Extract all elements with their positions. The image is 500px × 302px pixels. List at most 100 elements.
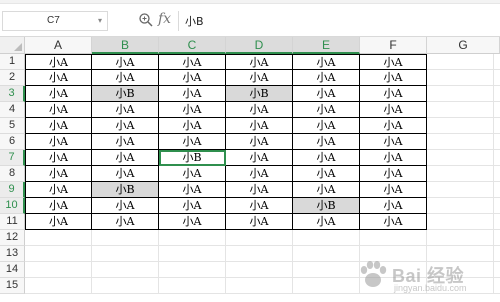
- cell-d2[interactable]: 小A: [226, 70, 293, 86]
- cell-b7[interactable]: 小A: [92, 150, 159, 166]
- cell-c8[interactable]: 小A: [159, 166, 226, 182]
- formula-bar: C7 ▾ fx 小B: [0, 0, 500, 37]
- cell-e3[interactable]: 小A: [293, 86, 360, 102]
- cell-e10[interactable]: 小B: [293, 198, 360, 214]
- row-header-3[interactable]: 3: [0, 86, 25, 102]
- toolbar-edge: [0, 0, 500, 4]
- cell-c11[interactable]: 小A: [159, 214, 226, 230]
- cell-d8[interactable]: 小A: [226, 166, 293, 182]
- column-header-a[interactable]: A: [25, 37, 92, 54]
- row-header-8[interactable]: 8: [0, 166, 25, 182]
- cell-f2[interactable]: 小A: [360, 70, 427, 86]
- cell-c5[interactable]: 小A: [159, 118, 226, 134]
- column-header-b[interactable]: B: [92, 37, 159, 54]
- cell-f3[interactable]: 小A: [360, 86, 427, 102]
- cell-f5[interactable]: 小A: [360, 118, 427, 134]
- cell-f1[interactable]: 小A: [360, 54, 427, 70]
- zoom-icon[interactable]: [138, 12, 154, 28]
- cell-c10[interactable]: 小A: [159, 198, 226, 214]
- row-header-15[interactable]: 15: [0, 278, 25, 294]
- cell-e2[interactable]: 小A: [293, 70, 360, 86]
- cell-b1[interactable]: 小A: [92, 54, 159, 70]
- row-header-4[interactable]: 4: [0, 102, 25, 118]
- cell-e11[interactable]: 小A: [293, 214, 360, 230]
- cell-f11[interactable]: 小A: [360, 214, 427, 230]
- column-header-c[interactable]: C: [159, 37, 226, 54]
- column-header-d[interactable]: D: [226, 37, 293, 54]
- name-box[interactable]: C7 ▾: [2, 11, 108, 31]
- cell-a5[interactable]: 小A: [25, 118, 92, 134]
- paw-logo-icon: [360, 261, 387, 287]
- cell-a9[interactable]: 小A: [25, 182, 92, 198]
- cell-a3[interactable]: 小A: [25, 86, 92, 102]
- cell-d3[interactable]: 小B: [226, 86, 293, 102]
- cell-d4[interactable]: 小A: [226, 102, 293, 118]
- row-header-2[interactable]: 2: [0, 70, 25, 86]
- cell-c3[interactable]: 小A: [159, 86, 226, 102]
- cell-a11[interactable]: 小A: [25, 214, 92, 230]
- cell-a4[interactable]: 小A: [25, 102, 92, 118]
- cell-f6[interactable]: 小A: [360, 134, 427, 150]
- row-header-10[interactable]: 10: [0, 198, 25, 214]
- cell-e8[interactable]: 小A: [293, 166, 360, 182]
- cell-d7[interactable]: 小A: [226, 150, 293, 166]
- cell-b5[interactable]: 小A: [92, 118, 159, 134]
- row-header-6[interactable]: 6: [0, 134, 25, 150]
- cell-c6[interactable]: 小A: [159, 134, 226, 150]
- watermark-sub: jingyan.baidu.com: [394, 283, 467, 293]
- cell-f4[interactable]: 小A: [360, 102, 427, 118]
- column-header-f[interactable]: F: [360, 37, 427, 54]
- cell-b11[interactable]: 小A: [92, 214, 159, 230]
- row-header-1[interactable]: 1: [0, 54, 25, 70]
- cell-f7[interactable]: 小A: [360, 150, 427, 166]
- row-header-12[interactable]: 12: [0, 230, 25, 246]
- column-header-g[interactable]: G: [427, 37, 500, 54]
- cell-a10[interactable]: 小A: [25, 198, 92, 214]
- row-header-5[interactable]: 5: [0, 118, 25, 134]
- row-header-9[interactable]: 9: [0, 182, 25, 198]
- cell-a6[interactable]: 小A: [25, 134, 92, 150]
- cell-e9[interactable]: 小A: [293, 182, 360, 198]
- chevron-down-icon[interactable]: ▾: [98, 16, 102, 25]
- cell-c2[interactable]: 小A: [159, 70, 226, 86]
- cell-d11[interactable]: 小A: [226, 214, 293, 230]
- cell-a2[interactable]: 小A: [25, 70, 92, 86]
- gridline: [25, 245, 500, 246]
- cell-e5[interactable]: 小A: [293, 118, 360, 134]
- cell-c1[interactable]: 小A: [159, 54, 226, 70]
- cell-e4[interactable]: 小A: [293, 102, 360, 118]
- cell-c4[interactable]: 小A: [159, 102, 226, 118]
- cell-b3[interactable]: 小B: [92, 86, 159, 102]
- watermark: Bai 经验 jingyan.baidu.com: [356, 258, 496, 298]
- cell-d6[interactable]: 小A: [226, 134, 293, 150]
- cell-c7[interactable]: 小B: [159, 150, 226, 166]
- cell-b8[interactable]: 小A: [92, 166, 159, 182]
- cell-b2[interactable]: 小A: [92, 70, 159, 86]
- cell-b6[interactable]: 小A: [92, 134, 159, 150]
- column-header-e[interactable]: E: [293, 37, 360, 54]
- cell-f8[interactable]: 小A: [360, 166, 427, 182]
- cell-a7[interactable]: 小A: [25, 150, 92, 166]
- cell-d5[interactable]: 小A: [226, 118, 293, 134]
- formula-input[interactable]: 小B: [178, 11, 500, 31]
- cell-b10[interactable]: 小A: [92, 198, 159, 214]
- select-all-corner[interactable]: [0, 37, 25, 54]
- row-header-7[interactable]: 7: [0, 150, 25, 166]
- cell-e1[interactable]: 小A: [293, 54, 360, 70]
- cell-d1[interactable]: 小A: [226, 54, 293, 70]
- cell-a8[interactable]: 小A: [25, 166, 92, 182]
- row-header-14[interactable]: 14: [0, 262, 25, 278]
- cell-b4[interactable]: 小A: [92, 102, 159, 118]
- cell-e7[interactable]: 小A: [293, 150, 360, 166]
- cell-c9[interactable]: 小A: [159, 182, 226, 198]
- row-header-11[interactable]: 11: [0, 214, 25, 230]
- fx-icon[interactable]: fx: [158, 11, 171, 27]
- cell-f10[interactable]: 小A: [360, 198, 427, 214]
- row-header-13[interactable]: 13: [0, 246, 25, 262]
- cell-d10[interactable]: 小A: [226, 198, 293, 214]
- cell-e6[interactable]: 小A: [293, 134, 360, 150]
- cell-b9[interactable]: 小B: [92, 182, 159, 198]
- cell-a1[interactable]: 小A: [25, 54, 92, 70]
- cell-f9[interactable]: 小A: [360, 182, 427, 198]
- cell-d9[interactable]: 小A: [226, 182, 293, 198]
